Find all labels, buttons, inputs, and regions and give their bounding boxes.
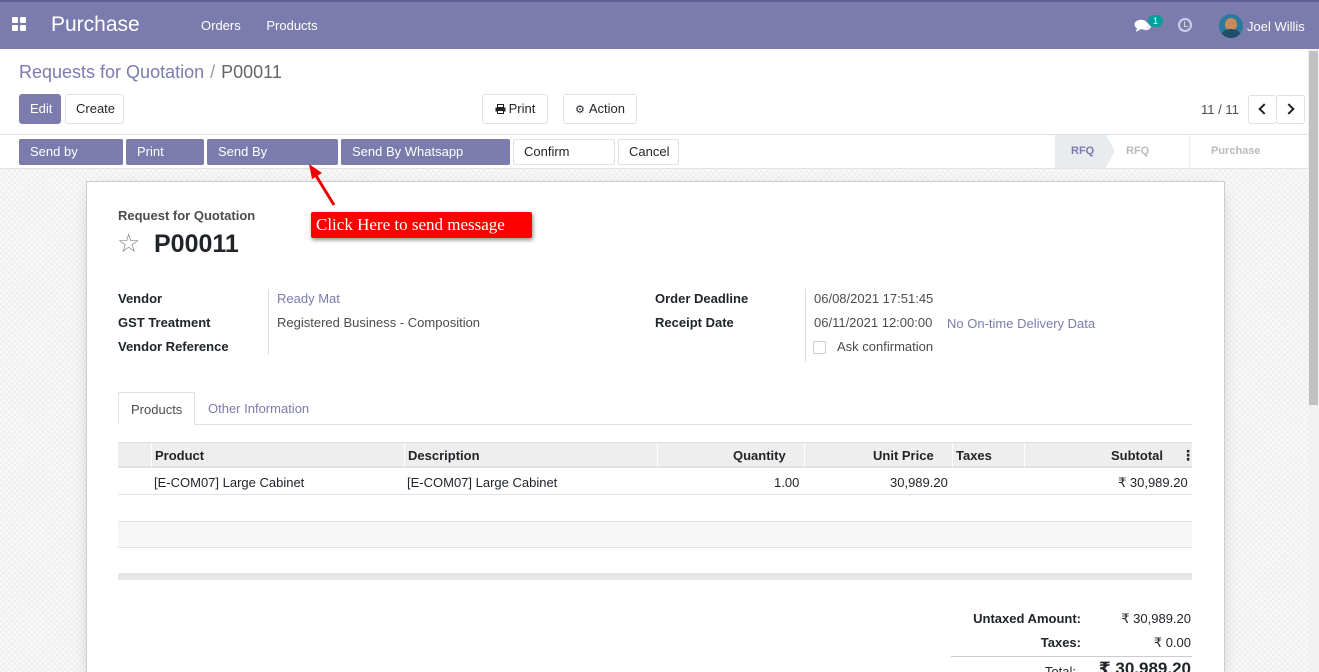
pager-previous-button[interactable] (1248, 95, 1277, 124)
status-stages: RFQ RFQ Sent Purchase Order (1055, 135, 1308, 190)
column-separator (804, 443, 805, 467)
clock-icon[interactable] (1178, 18, 1192, 32)
untaxed-amount-label: Untaxed Amount: (973, 611, 1081, 626)
row-description: [E-COM07] Large Cabinet (407, 475, 558, 490)
avatar[interactable] (1219, 14, 1243, 38)
on-time-delivery-link[interactable]: No On-time Delivery Data (947, 316, 1095, 331)
document-type-label: Request for Quotation (118, 208, 256, 223)
top-navbar: Purchase Orders Products 1 Joel Willis (0, 0, 1319, 49)
tab-products[interactable]: Products (118, 392, 196, 425)
taxes-label: Taxes: (1040, 635, 1081, 650)
annotation-callout: Click Here to send message (311, 212, 532, 238)
edit-button[interactable]: Edit (19, 94, 61, 124)
action-label: Action (588, 101, 625, 116)
create-button[interactable]: Create (65, 94, 124, 124)
statusbar: Send by Email Print RFQ Send By Whatsapp… (0, 134, 1308, 190)
field-divider (268, 289, 269, 355)
total-value: ₹ 30,989.20 (1098, 659, 1191, 672)
form-sheet (86, 181, 1225, 672)
breadcrumb-parent[interactable]: Requests for Quotation (19, 62, 204, 82)
gst-treatment-field[interactable]: Registered Business - Composition (277, 315, 480, 330)
column-unit-price[interactable]: Unit Price (873, 448, 934, 463)
column-quantity[interactable]: Quantity (733, 448, 786, 463)
annotation-arrow-icon (309, 164, 336, 206)
print-button[interactable]: Print (482, 94, 548, 124)
vendor-reference-label: Vendor Reference (118, 339, 229, 354)
row-unit-price: 30,989.20 (890, 475, 948, 490)
tab-other-information[interactable]: Other Information (196, 392, 321, 425)
column-separator (952, 443, 953, 467)
stage-purchase-order[interactable]: Purchase Order (1190, 135, 1308, 190)
pager-value: 11 / 11 (1201, 102, 1239, 117)
ask-confirmation-checkbox[interactable] (813, 341, 826, 354)
vendor-label: Vendor (118, 291, 163, 306)
row-product: [E-COM07] Large Cabinet (154, 475, 305, 490)
print-label: Print (508, 101, 536, 116)
order-deadline-field[interactable]: 06/08/2021 17:51:45 (814, 291, 933, 306)
column-separator (151, 443, 152, 467)
table-row-empty (118, 522, 1192, 548)
table-row-empty (118, 548, 1192, 574)
column-separator (657, 443, 658, 467)
chevron-right-icon (1283, 103, 1295, 115)
cancel-button[interactable]: Cancel (618, 139, 679, 165)
stage-rfq[interactable]: RFQ (1055, 135, 1115, 168)
gear-icon: ⚙ (574, 104, 585, 116)
menu-products[interactable]: Products (266, 18, 317, 33)
column-taxes[interactable]: Taxes (956, 448, 992, 463)
row-subtotal: ₹ 30,989.20 (1118, 475, 1188, 490)
print-icon (495, 104, 506, 114)
main-menu: Orders Products (201, 18, 340, 33)
column-separator (404, 443, 405, 467)
breadcrumb-separator: / (210, 62, 216, 82)
send-by-email-button[interactable]: Send by Email (19, 139, 123, 183)
menu-orders[interactable]: Orders (201, 18, 241, 33)
column-options-icon[interactable]: ⋮ (1181, 447, 1195, 464)
apps-menu-icon[interactable] (12, 17, 26, 31)
taxes-value: ₹ 0.00 (1153, 635, 1191, 650)
table-row-empty (118, 496, 1192, 522)
totals-divider (951, 656, 1192, 657)
receipt-date-field[interactable]: 06/11/2021 12:00:00 (814, 315, 932, 330)
order-lines-header: Product Description Quantity Unit Price … (118, 442, 1195, 468)
action-button[interactable]: ⚙ Action (563, 94, 637, 124)
column-separator (1024, 443, 1025, 467)
send-by-whatsapp-direct-button[interactable]: Send By Whatsapp Direct (341, 139, 510, 183)
column-description[interactable]: Description (408, 448, 480, 463)
order-name: P00011 (154, 230, 239, 258)
vendor-field[interactable]: Ready Mat (277, 291, 340, 306)
column-product[interactable]: Product (155, 448, 204, 463)
breadcrumb-current: P00011 (221, 62, 282, 82)
table-row[interactable]: [E-COM07] Large Cabinet [E-COM07] Large … (118, 469, 1192, 495)
untaxed-amount-value: ₹ 30,989.20 (1121, 611, 1191, 626)
chevron-left-icon (1258, 103, 1270, 115)
breadcrumb: Requests for Quotation / P00011 (19, 62, 282, 83)
print-rfq-button[interactable]: Print RFQ (126, 139, 204, 183)
column-subtotal[interactable]: Subtotal (1111, 448, 1163, 463)
scrollbar-thumb[interactable] (1309, 51, 1318, 405)
ask-confirmation-label: Ask confirmation (837, 339, 934, 354)
app-name[interactable]: Purchase (51, 13, 140, 37)
receipt-date-label: Receipt Date (655, 315, 734, 330)
pager-next-button[interactable] (1276, 95, 1305, 124)
chat-count-badge: 1 (1148, 15, 1164, 27)
user-name[interactable]: Joel Willis (1247, 19, 1305, 34)
gst-treatment-label: GST Treatment (118, 315, 211, 330)
star-icon[interactable]: ☆ (117, 230, 140, 256)
order-deadline-label: Order Deadline (655, 291, 749, 306)
stage-rfq-sent[interactable]: RFQ Sent (1106, 135, 1190, 190)
field-divider (805, 289, 806, 362)
confirm-order-button[interactable]: Confirm Order (513, 139, 615, 183)
total-label: Total: (1044, 664, 1076, 672)
row-quantity: 1.00 (774, 475, 800, 490)
table-footer (118, 573, 1192, 580)
